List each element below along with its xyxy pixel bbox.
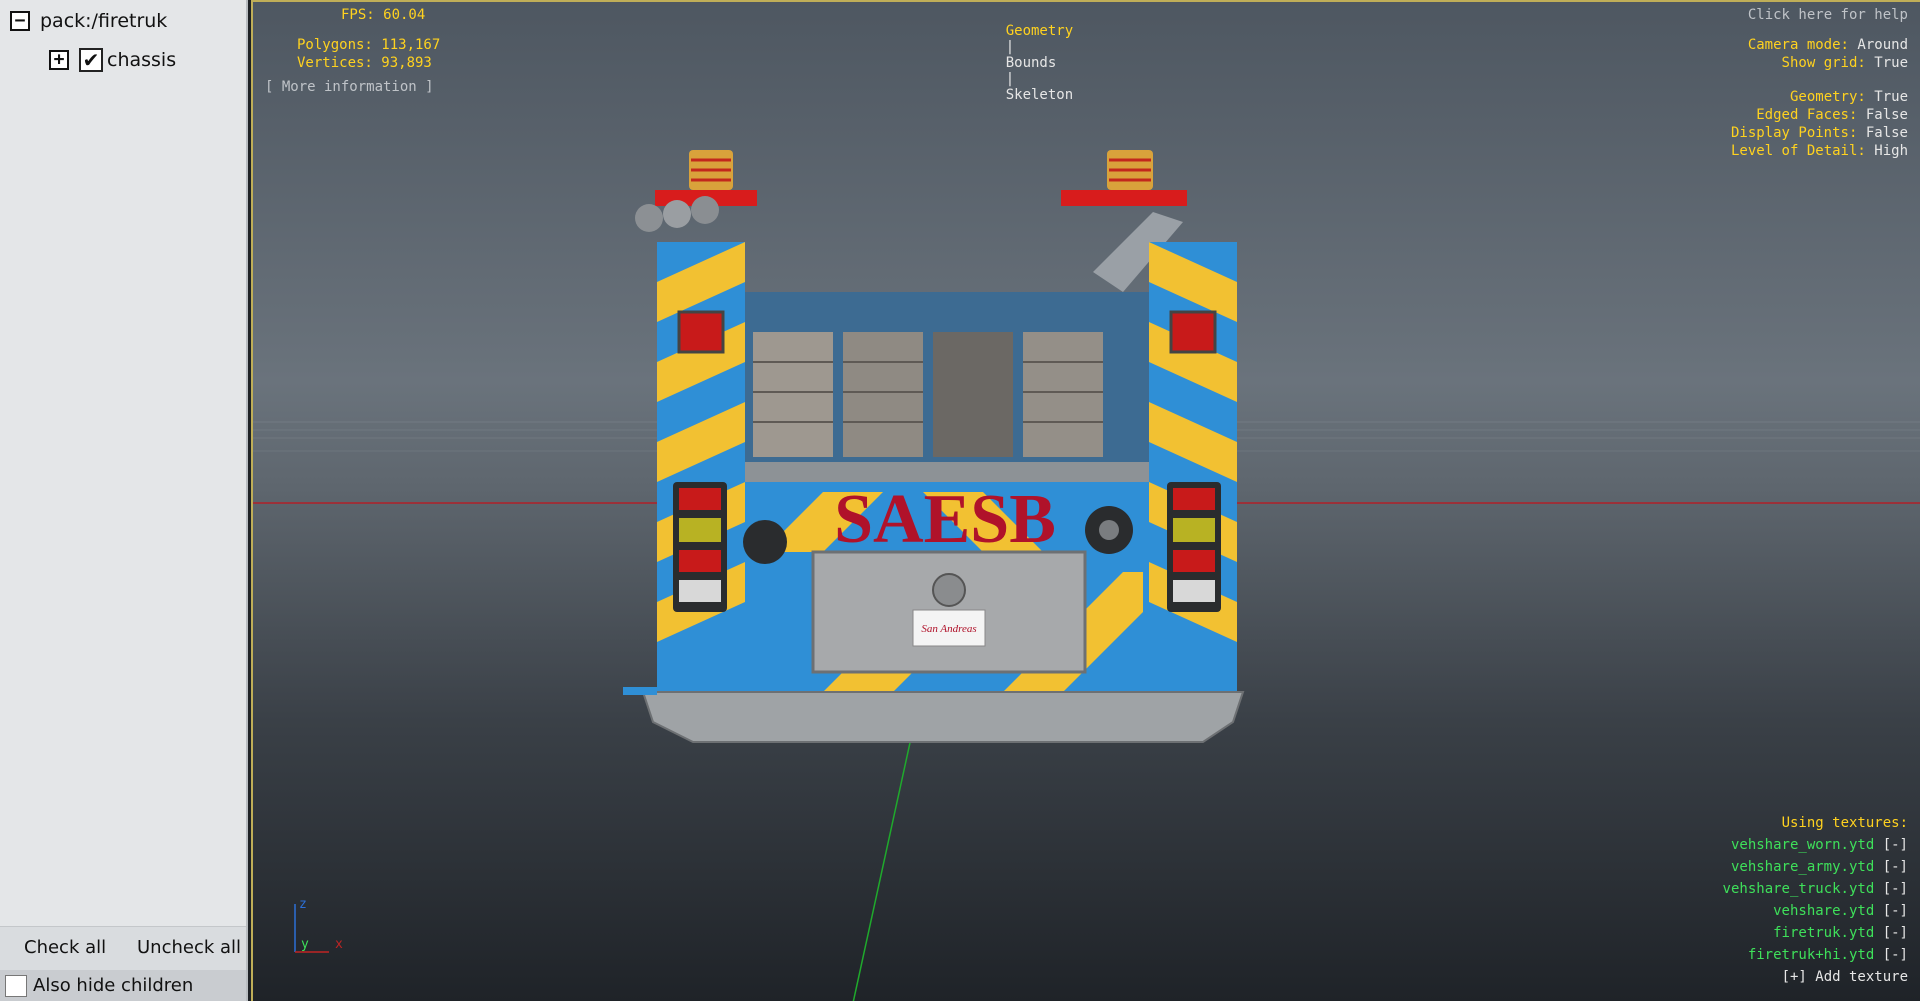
also-hide-children-label[interactable]: Also hide children [33,975,193,996]
z-axis-label: z [299,898,307,912]
tree-node-chassis-label[interactable]: chassis [107,49,176,71]
setting-value: True [1874,55,1908,71]
texture-name: vehshare_army.ytd [1730,859,1875,875]
setting-value: High [1874,143,1908,159]
setting-row-display-points[interactable]: Display Points: False [1648,125,1908,143]
setting-row-show-grid[interactable]: Show grid: True [1648,55,1908,73]
setting-label: Level of Detail: [1730,143,1866,159]
remove-texture-button[interactable]: [-] [1883,925,1908,941]
remove-texture-button[interactable]: [-] [1883,903,1908,919]
texture-item: vehshare_truck.ytd [-] [1608,881,1908,903]
remove-texture-button[interactable]: [-] [1883,859,1908,875]
check-all-button[interactable]: Check all [24,937,106,958]
setting-value: False [1865,125,1908,141]
tree-action-bar: Check all Uncheck all [0,926,246,970]
texture-item: vehshare.ytd [-] [1608,903,1908,925]
chassis-checkbox[interactable]: ✔ [79,48,103,72]
also-hide-children-checkbox[interactable] [5,974,27,997]
setting-row-level-of-detail[interactable]: Level of Detail: High [1648,143,1908,161]
polygons-readout: Polygons: 113,167 [297,37,441,53]
setting-value: False [1865,107,1908,123]
setting-row-geometry[interactable]: Geometry: True [1648,89,1908,107]
texture-item: firetruk.ytd [-] [1608,925,1908,947]
3d-viewport[interactable]: SAESB San Andreas FPS: 60.04 Polygons: 1… [251,0,1920,1001]
tree-node-chassis[interactable]: + ✔ chassis [49,48,176,72]
texture-item: vehshare_worn.ytd [-] [1608,837,1908,859]
texture-name: vehshare_truck.ytd [1722,881,1875,897]
textures-heading: Using textures: [1781,815,1908,831]
also-hide-children-row[interactable]: Also hide children [0,970,246,1001]
tab-geometry[interactable]: Geometry [1006,23,1073,39]
more-information-link[interactable]: [ More information ] [265,79,434,95]
setting-label: Camera mode: [1747,37,1849,53]
fps-readout: FPS: 60.04 [341,7,426,23]
texture-name: firetruk+hi.ytd [1747,947,1875,963]
license-plate-text: San Andreas [921,623,976,635]
setting-label: Display Points: [1730,125,1858,141]
viewport-settings: Camera mode: Around Show grid: True Geom… [1648,37,1908,161]
texture-name: vehshare.ytd [1773,903,1875,919]
tree-node-root-label[interactable]: pack:/firetruk [40,10,167,32]
texture-item: vehshare_army.ytd [-] [1608,859,1908,881]
firetruck-model: SAESB San Andreas [623,150,1245,743]
vertices-readout: Vertices: 93,893 [297,55,432,71]
texture-list: Using textures: vehshare_worn.ytd [-] ve… [1608,815,1908,991]
setting-row-camera-mode[interactable]: Camera mode: Around [1648,37,1908,55]
remove-texture-button[interactable]: [-] [1883,881,1908,897]
y-axis-label: y [301,937,309,952]
setting-value: True [1874,89,1908,105]
expand-toggle-icon[interactable]: + [49,50,69,70]
remove-texture-button[interactable]: [-] [1883,947,1908,963]
tab-skeleton[interactable]: Skeleton [1006,87,1073,103]
setting-row-edged-faces[interactable]: Edged Faces: False [1648,107,1908,125]
collapse-toggle-icon[interactable]: − [10,11,30,31]
texture-item: firetruk+hi.ytd [-] [1608,947,1908,969]
tab-separator: | [1005,71,1015,87]
tab-separator: | [1005,39,1015,55]
render-mode-tabs: Geometry | Bounds | Skeleton [972,7,1073,119]
saesb-logo: SAESB [834,481,1056,558]
tree-node-root[interactable]: − pack:/firetruk [10,10,167,32]
texture-name: vehshare_worn.ytd [1730,837,1875,853]
setting-value: Around [1857,37,1908,53]
help-link[interactable]: Click here for help [1748,7,1908,23]
object-tree-panel: − pack:/firetruk + ✔ chassis Check all U… [0,0,248,1001]
axis-gizmo: y x z [294,898,343,953]
setting-label: Geometry: [1789,89,1866,105]
uncheck-all-button[interactable]: Uncheck all [137,937,241,958]
tab-bounds[interactable]: Bounds [1006,55,1057,71]
right-light-bar [1061,190,1187,206]
setting-label: Show grid: [1781,55,1866,71]
remove-texture-button[interactable]: [-] [1883,837,1908,853]
setting-label: Edged Faces: [1756,107,1858,123]
x-axis-label: x [335,937,343,952]
add-texture-button[interactable]: [+] Add texture [1608,969,1908,991]
texture-name: firetruk.ytd [1773,925,1875,941]
